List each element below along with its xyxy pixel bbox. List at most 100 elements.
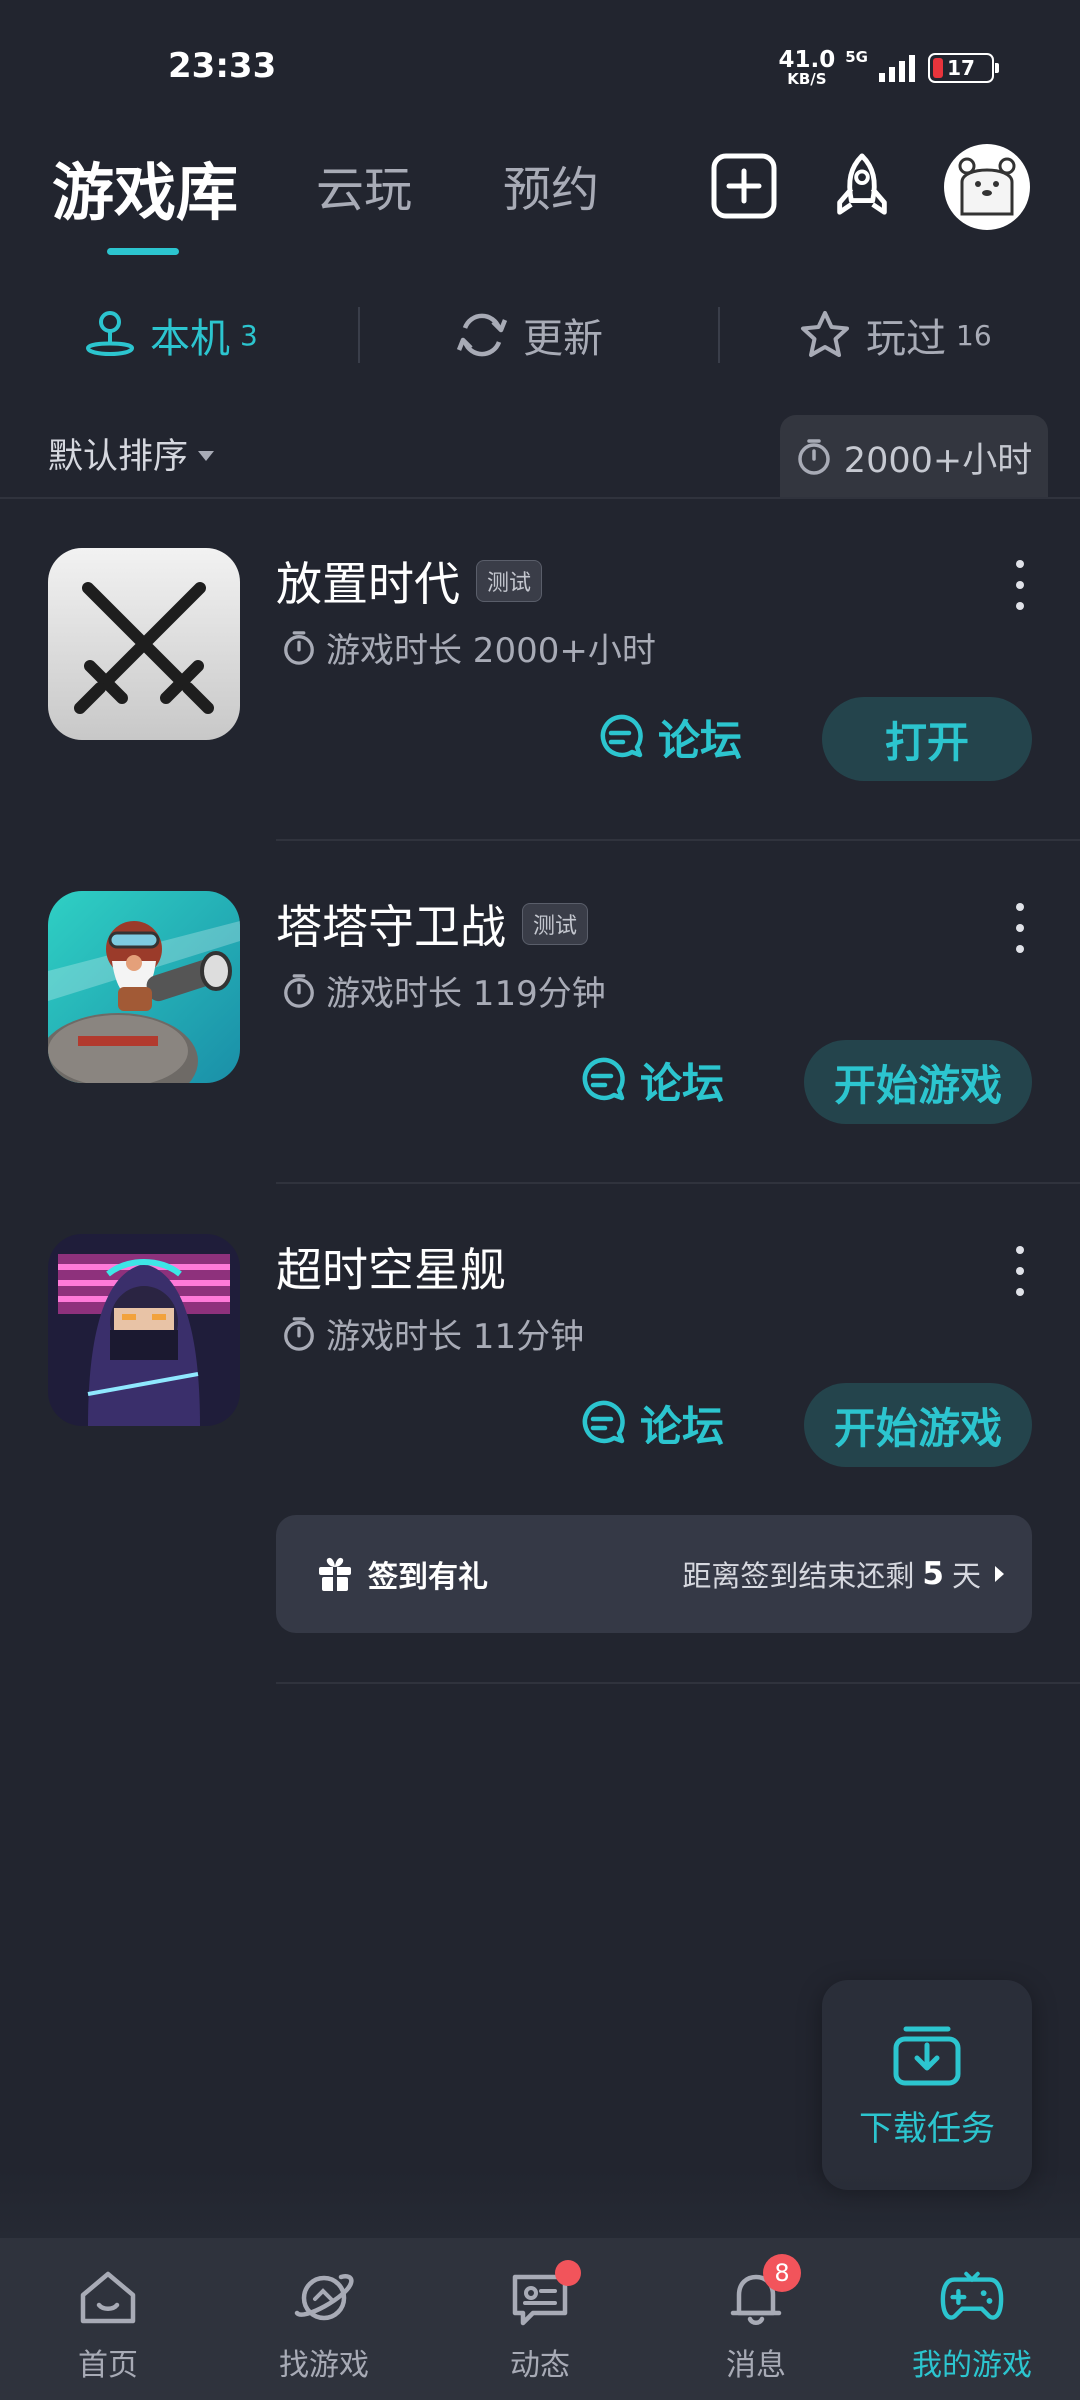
game-item[interactable]: 塔塔守卫战 测试 游戏时长 119分钟 论坛 开始游戏: [0, 841, 1080, 1184]
download-task-button[interactable]: 下载任务: [822, 1980, 1032, 2190]
nav-find-games[interactable]: 找游戏: [216, 2238, 432, 2400]
timer-icon: [284, 1316, 314, 1351]
signal-icon: [879, 55, 915, 82]
game-name: 放置时代: [276, 557, 460, 611]
header: 游戏库 云玩 预约: [0, 130, 1080, 260]
forum-icon: [600, 714, 643, 758]
message-count-badge: 8: [763, 2254, 801, 2292]
game-name: 塔塔守卫战: [276, 900, 506, 954]
timer-icon: [798, 439, 830, 475]
subtab-played-count: 16: [956, 318, 992, 352]
nav-my-games-label: 我的游戏: [912, 2348, 1032, 2383]
sort-dropdown[interactable]: 默认排序: [48, 428, 215, 479]
game-icon-idle-era: [48, 548, 240, 740]
rocket-icon: [837, 153, 887, 215]
battery-level: 17: [947, 56, 975, 80]
subtab-local-label: 本机: [150, 316, 230, 362]
divider: [276, 1682, 1080, 1684]
star-icon: [801, 311, 849, 357]
bear-avatar-icon: [958, 157, 1016, 216]
game-icon-tower-defense: [48, 891, 240, 1083]
play-time-text: 游戏时长 11分钟: [326, 1317, 585, 1357]
forum-label: 论坛: [658, 715, 743, 765]
play-time-text: 游戏时长 119分钟: [326, 974, 606, 1014]
net-speed-unit: KB/S: [787, 70, 827, 88]
more-options-button[interactable]: [1008, 560, 1032, 610]
joystick-icon: [85, 311, 135, 356]
caret-down-icon: [198, 450, 215, 461]
notification-dot: [555, 2260, 581, 2286]
subtab-local[interactable]: 本机 3: [84, 285, 258, 385]
nav-find-games-label: 找游戏: [279, 2348, 369, 2383]
forum-icon: [582, 1400, 625, 1444]
start-game-button[interactable]: 开始游戏: [804, 1040, 1032, 1124]
forum-button[interactable]: 论坛: [578, 1038, 724, 1122]
game-title-row: 超时空星舰: [276, 1234, 506, 1300]
tab-reservation[interactable]: 预约: [503, 150, 599, 220]
divider: [358, 307, 360, 363]
timer-icon: [284, 973, 314, 1008]
avatar[interactable]: [944, 144, 1030, 230]
planet-icon: [291, 2268, 357, 2328]
download-tray-icon: [893, 2026, 961, 2085]
home-icon: [75, 2268, 141, 2328]
add-game-button[interactable]: [710, 152, 778, 220]
forum-icon: [582, 1057, 625, 1101]
test-badge: 测试: [522, 903, 589, 945]
forum-button[interactable]: 论坛: [596, 695, 742, 779]
screen: 23:33 41.0 KB/S 5G 17 游戏库 云玩 预约 本机 3 更新 …: [0, 0, 1080, 2400]
nav-home[interactable]: 首页: [0, 2238, 216, 2400]
nav-my-games[interactable]: 我的游戏: [864, 2238, 1080, 2400]
forum-button[interactable]: 论坛: [578, 1381, 724, 1465]
sort-label: 默认排序: [48, 437, 189, 477]
game-title-row: 放置时代 测试: [276, 548, 543, 614]
open-game-button[interactable]: 打开: [822, 697, 1032, 781]
total-time-value: 2000+小时: [843, 440, 1033, 481]
more-options-button[interactable]: [1008, 903, 1032, 953]
sort-row: 默认排序 2000+小时: [0, 410, 1080, 499]
play-time: 游戏时长 119分钟: [282, 966, 606, 1015]
play-time: 游戏时长 2000+小时: [282, 623, 656, 672]
nav-home-label: 首页: [78, 2348, 138, 2383]
refresh-icon: [456, 313, 508, 357]
tab-game-library[interactable]: 游戏库: [52, 142, 238, 232]
dwarf-gunner-icon: [48, 891, 240, 1083]
status-bar: 23:33 41.0 KB/S 5G 17: [0, 0, 1080, 130]
start-game-button[interactable]: 开始游戏: [804, 1383, 1032, 1467]
net-speed: 41.0 KB/S: [779, 49, 836, 87]
subtab-local-count: 3: [240, 318, 258, 352]
play-time-text: 游戏时长 2000+小时: [326, 631, 656, 671]
more-options-button[interactable]: [1008, 1246, 1032, 1296]
game-item[interactable]: 超时空星舰 游戏时长 11分钟 论坛 开始游戏: [0, 1184, 1080, 1484]
net-speed-value: 41.0: [778, 47, 836, 73]
subtab-updates-label: 更新: [523, 316, 603, 362]
game-item[interactable]: 放置时代 测试 游戏时长 2000+小时 论坛 打开: [0, 498, 1080, 841]
gamepad-icon: [939, 2268, 1005, 2328]
checkin-remaining-suffix: 天: [951, 1559, 981, 1593]
network-type: 5G: [845, 48, 868, 66]
total-play-time: 2000+小时: [780, 415, 1048, 499]
game-title-row: 塔塔守卫战 测试: [276, 891, 589, 957]
nav-messages[interactable]: 8 消息: [648, 2238, 864, 2400]
game-icon-starship: [48, 1234, 240, 1426]
sub-tabs: 本机 3 更新 玩过 16: [0, 285, 1080, 385]
bottom-fade: [0, 2170, 1080, 2240]
tab-cloud-play[interactable]: 云玩: [316, 150, 412, 220]
forum-label: 论坛: [640, 1401, 725, 1451]
chat-icon: [507, 2260, 581, 2328]
test-badge: 测试: [476, 560, 543, 602]
checkin-countdown: 距离签到结束还剩 5 天: [682, 1515, 1004, 1633]
chevron-right-icon: [995, 1566, 1004, 1582]
gift-icon: [319, 1557, 351, 1591]
subtab-played[interactable]: 玩过 16: [798, 285, 992, 385]
subtab-updates[interactable]: 更新: [455, 285, 603, 385]
subtab-played-label: 玩过: [866, 316, 946, 362]
nav-feed-label: 动态: [510, 2348, 570, 2383]
timer-icon: [284, 630, 314, 665]
accelerate-button[interactable]: [828, 152, 896, 220]
nav-feed[interactable]: 动态: [432, 2238, 648, 2400]
forum-label: 论坛: [640, 1058, 725, 1108]
checkin-banner[interactable]: 签到有礼 距离签到结束还剩 5 天: [276, 1515, 1032, 1633]
checkin-title-group: 签到有礼: [316, 1515, 488, 1633]
game-name: 超时空星舰: [276, 1243, 506, 1297]
